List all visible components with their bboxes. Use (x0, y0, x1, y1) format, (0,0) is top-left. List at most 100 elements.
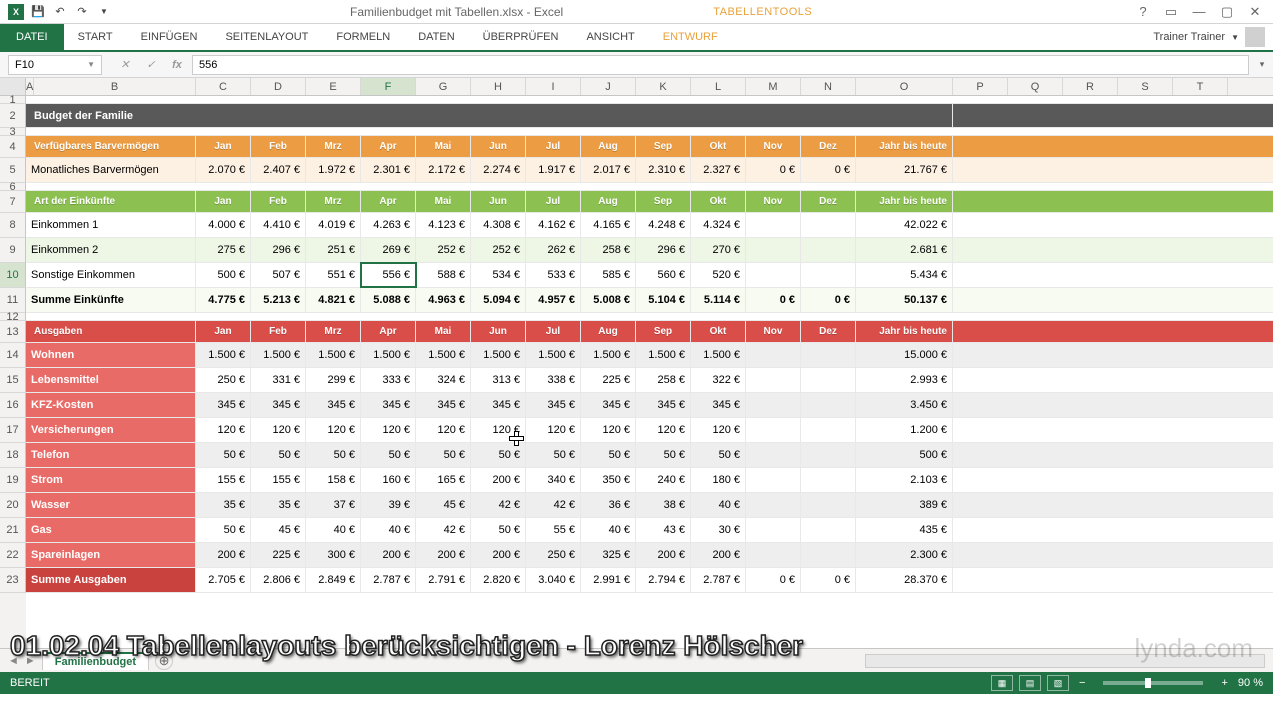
cell[interactable]: 345 € (636, 393, 691, 417)
cell[interactable]: 345 € (306, 393, 361, 417)
cell[interactable]: Strom (26, 468, 196, 492)
cell[interactable]: 50 € (416, 443, 471, 467)
cell[interactable]: 5.094 € (471, 288, 526, 312)
cell[interactable]: 5.434 € (856, 263, 953, 287)
column-header[interactable]: E (306, 78, 361, 95)
cell[interactable]: Apr (361, 321, 416, 342)
cell[interactable]: 2.017 € (581, 158, 636, 182)
cell[interactable]: 40 € (306, 518, 361, 542)
cell[interactable]: 333 € (361, 368, 416, 392)
cell[interactable]: 3.040 € (526, 568, 581, 592)
cell[interactable]: 160 € (361, 468, 416, 492)
minimize-icon[interactable]: — (1189, 4, 1209, 19)
cell[interactable]: 1.500 € (691, 343, 746, 367)
tab-start[interactable]: START (64, 24, 127, 50)
view-pagebreak-button[interactable]: ▧ (1047, 675, 1069, 691)
cell[interactable]: 200 € (471, 543, 526, 567)
cell[interactable]: 38 € (636, 493, 691, 517)
cell[interactable]: 50 € (581, 443, 636, 467)
cell[interactable]: 5.213 € (251, 288, 306, 312)
cell[interactable]: 0 € (801, 568, 856, 592)
cell[interactable]: 5.114 € (691, 288, 746, 312)
cell[interactable]: Lebensmittel (26, 368, 196, 392)
user-name[interactable]: Trainer Trainer (1153, 31, 1225, 43)
cell[interactable]: 0 € (746, 158, 801, 182)
cell[interactable] (801, 443, 856, 467)
help-icon[interactable]: ? (1133, 4, 1153, 19)
column-header[interactable]: G (416, 78, 471, 95)
tab-view[interactable]: ANSICHT (572, 24, 648, 50)
cell[interactable] (801, 263, 856, 287)
cell[interactable]: 4.308 € (471, 213, 526, 237)
cell[interactable]: 37 € (306, 493, 361, 517)
cell[interactable]: Jahr bis heute (856, 321, 953, 342)
cell[interactable]: Nov (746, 191, 801, 212)
cell[interactable]: 42 € (416, 518, 471, 542)
cell[interactable]: Aug (581, 321, 636, 342)
cell[interactable]: Dez (801, 321, 856, 342)
cell[interactable]: Nov (746, 321, 801, 342)
cell[interactable]: 345 € (581, 393, 636, 417)
cell[interactable]: 2.787 € (691, 568, 746, 592)
cell[interactable]: 120 € (361, 418, 416, 442)
cell[interactable]: 250 € (526, 543, 581, 567)
tab-insert[interactable]: EINFÜGEN (127, 24, 212, 50)
fx-icon[interactable]: fx (168, 59, 186, 71)
row-header[interactable]: 6 (0, 183, 26, 191)
cell[interactable]: 50 € (196, 443, 251, 467)
cell[interactable]: 2.794 € (636, 568, 691, 592)
cell[interactable]: 2.070 € (196, 158, 251, 182)
cell[interactable]: 3.450 € (856, 393, 953, 417)
cell[interactable] (801, 368, 856, 392)
cell[interactable]: 322 € (691, 368, 746, 392)
cell[interactable]: 2.806 € (251, 568, 306, 592)
save-icon[interactable]: 💾 (30, 4, 46, 20)
cell[interactable]: 2.301 € (361, 158, 416, 182)
cell[interactable]: Einkommen 1 (26, 213, 196, 237)
cell[interactable]: 1.500 € (471, 343, 526, 367)
column-header[interactable]: A (26, 78, 34, 95)
cell[interactable]: 2.103 € (856, 468, 953, 492)
cell[interactable]: 533 € (526, 263, 581, 287)
cell[interactable]: 2.791 € (416, 568, 471, 592)
sheet-cells[interactable]: Budget der FamilieVerfügbares Barvermöge… (26, 96, 1273, 648)
row-header[interactable]: 4 (0, 136, 26, 158)
cell[interactable]: 21.767 € (856, 158, 953, 182)
cell[interactable]: 560 € (636, 263, 691, 287)
cell[interactable]: Jul (526, 321, 581, 342)
cell[interactable]: Apr (361, 191, 416, 212)
column-header[interactable]: Q (1008, 78, 1063, 95)
cell[interactable] (746, 493, 801, 517)
cell[interactable]: 4.410 € (251, 213, 306, 237)
cell[interactable]: 296 € (251, 238, 306, 262)
cell[interactable]: 1.500 € (636, 343, 691, 367)
cell[interactable]: Wasser (26, 493, 196, 517)
cell[interactable] (746, 238, 801, 262)
cell[interactable]: 35 € (196, 493, 251, 517)
cell[interactable]: 258 € (636, 368, 691, 392)
cell[interactable]: 340 € (526, 468, 581, 492)
cell[interactable]: Ausgaben (26, 321, 196, 342)
column-header[interactable]: L (691, 78, 746, 95)
cell[interactable]: 120 € (471, 418, 526, 442)
cell[interactable]: 200 € (691, 543, 746, 567)
cell[interactable]: 120 € (581, 418, 636, 442)
cell[interactable]: 0 € (801, 158, 856, 182)
cell[interactable]: 43 € (636, 518, 691, 542)
cell[interactable]: Gas (26, 518, 196, 542)
cell[interactable]: Okt (691, 321, 746, 342)
cell[interactable]: 2.172 € (416, 158, 471, 182)
row-header[interactable]: 11 (0, 288, 26, 313)
cell[interactable]: 269 € (361, 238, 416, 262)
cell[interactable]: 50 € (306, 443, 361, 467)
cell[interactable] (801, 543, 856, 567)
cell[interactable]: 296 € (636, 238, 691, 262)
cell[interactable]: 1.917 € (526, 158, 581, 182)
cell[interactable]: 0 € (801, 288, 856, 312)
cell[interactable]: Wohnen (26, 343, 196, 367)
cell[interactable]: 120 € (196, 418, 251, 442)
cell[interactable]: 275 € (196, 238, 251, 262)
cell[interactable]: 36 € (581, 493, 636, 517)
column-header[interactable]: D (251, 78, 306, 95)
cell[interactable]: 534 € (471, 263, 526, 287)
